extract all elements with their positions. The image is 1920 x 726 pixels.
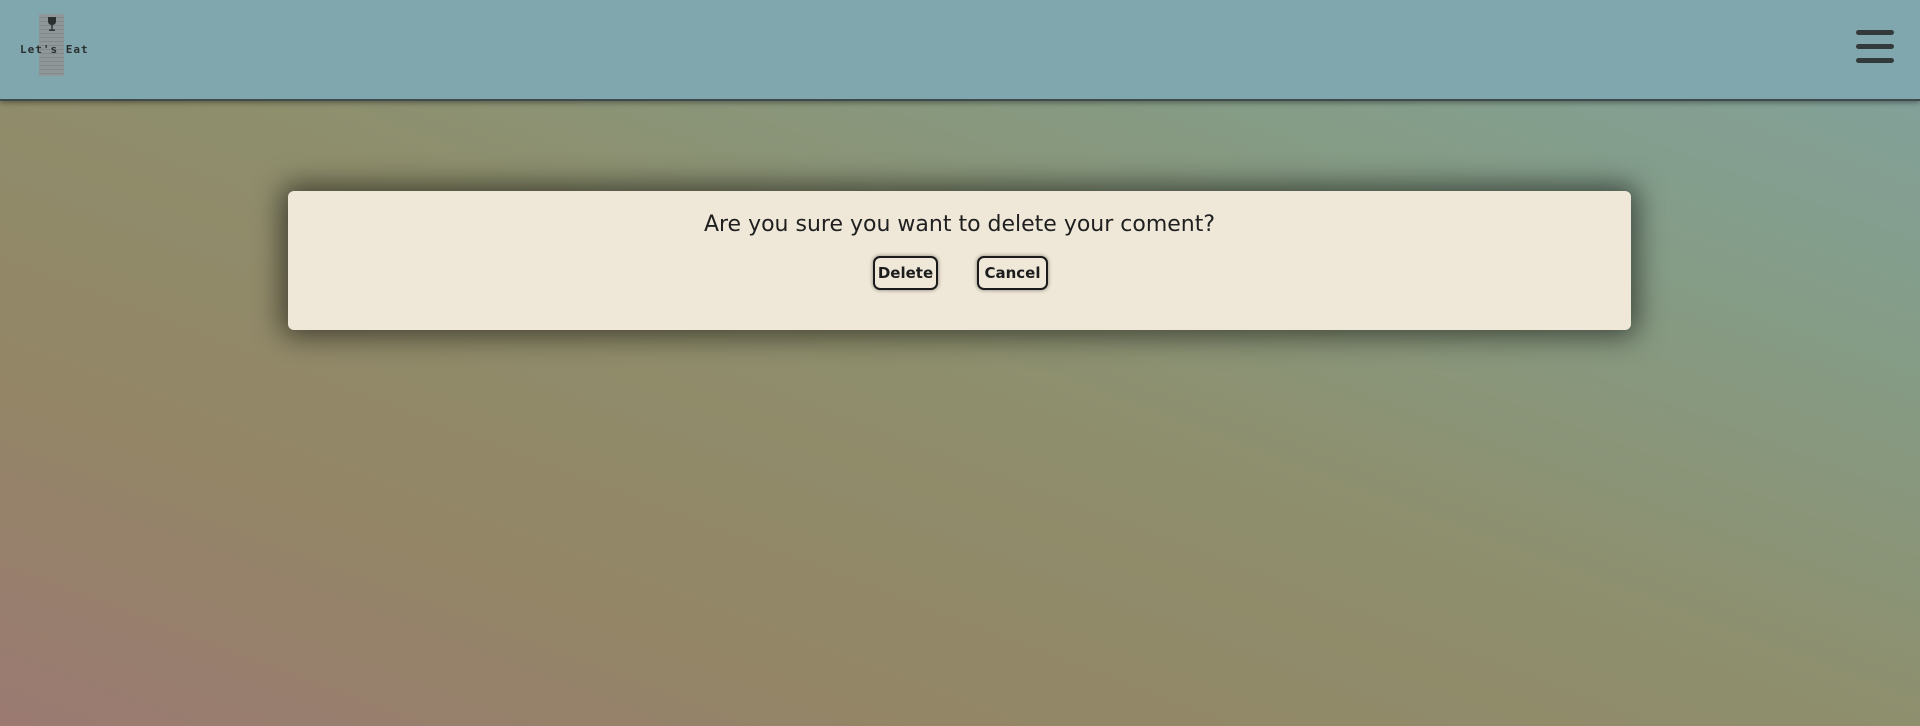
- delete-confirmation-dialog: Are you sure you want to delete your com…: [288, 191, 1631, 330]
- logo-text: Let's Eat: [20, 43, 89, 56]
- hamburger-line: [1856, 30, 1894, 35]
- wine-glass-icon: [48, 17, 56, 31]
- dialog-message: Are you sure you want to delete your com…: [703, 212, 1216, 237]
- hamburger-line: [1856, 58, 1894, 63]
- hamburger-line: [1856, 44, 1894, 49]
- top-header: Let's Eat: [0, 0, 1920, 101]
- delete-button[interactable]: Delete: [873, 256, 938, 290]
- page-background: Let's Eat Are you sure you want to delet…: [0, 0, 1920, 726]
- hamburger-menu-icon[interactable]: [1856, 30, 1894, 64]
- cancel-button[interactable]: Cancel: [977, 256, 1048, 290]
